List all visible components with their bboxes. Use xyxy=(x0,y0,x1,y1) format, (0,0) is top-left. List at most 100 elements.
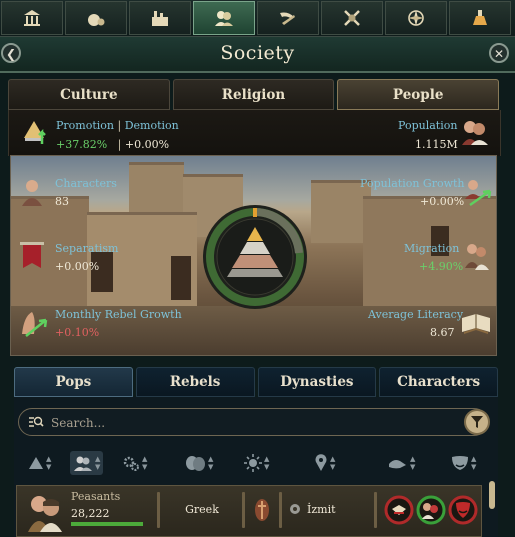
nav-map-button[interactable] xyxy=(385,1,447,35)
compass-icon xyxy=(408,10,424,26)
search-icon xyxy=(29,416,44,427)
sort-rank-button[interactable]: ▲ ▼ xyxy=(28,451,51,475)
nav-military-button[interactable] xyxy=(321,1,383,35)
search-input[interactable] xyxy=(49,413,433,433)
pop-count: 28,222 xyxy=(71,507,110,520)
tab-people[interactable]: People xyxy=(337,79,500,110)
tab-rebels[interactable]: Rebels xyxy=(135,367,255,397)
military-icon xyxy=(344,10,360,26)
page-title: Society xyxy=(220,42,295,64)
divider xyxy=(279,492,282,528)
separatism-value: +0.00% xyxy=(55,260,100,273)
sort-job-button[interactable]: ▲ ▼ xyxy=(122,451,147,475)
sort-arrows: ▲ ▼ xyxy=(142,455,148,471)
characters-label: Characters xyxy=(55,177,117,190)
close-icon: ✕ xyxy=(493,47,505,61)
rebel-growth-value: +0.10% xyxy=(55,326,100,339)
tab-characters[interactable]: Characters xyxy=(379,367,498,397)
tab-pops[interactable]: Pops xyxy=(14,367,133,397)
sort-arrows: ▲ ▼ xyxy=(95,455,101,471)
loyalty-indicator-icon[interactable] xyxy=(448,495,478,525)
divider xyxy=(242,492,245,528)
pop-progress-bar xyxy=(71,522,143,526)
population-icon xyxy=(462,121,488,145)
tab-culture[interactable]: Culture xyxy=(8,79,170,110)
government-icon xyxy=(24,10,40,26)
economy-icon xyxy=(88,14,105,26)
migration-indicator-icon[interactable] xyxy=(416,495,446,525)
diplomacy-icon xyxy=(280,12,295,25)
alchemy-icon xyxy=(473,10,487,25)
divider xyxy=(157,492,160,528)
nav-society-button[interactable] xyxy=(193,1,255,35)
population-label: Population xyxy=(398,119,458,132)
sort-religion-button[interactable]: ▲ ▼ xyxy=(244,451,269,475)
filter-button[interactable] xyxy=(464,409,490,435)
pop-type: Peasants xyxy=(71,490,121,503)
sort-bar: ▲ ▼ ▲ ▼ ▲ ▼ ▲ ▼ ▲ ▼ ▲ ▼ ▲ ▼ ▲ ▼ xyxy=(14,448,498,478)
divider xyxy=(374,492,377,528)
people-icon xyxy=(74,456,92,471)
literacy-label: Average Literacy xyxy=(368,308,464,321)
population-growth-icon xyxy=(465,180,492,207)
book-icon xyxy=(462,314,490,334)
location-icon xyxy=(290,504,300,514)
table-row[interactable]: Peasants 28,222 Greek İzmit xyxy=(16,485,482,537)
society-pyramid-gauge xyxy=(203,205,307,309)
sort-arrows: ▲ ▼ xyxy=(264,455,270,471)
tab-dynasties[interactable]: Dynasties xyxy=(257,367,377,397)
population-growth-value: +0.00% xyxy=(420,195,465,208)
characters-value: 83 xyxy=(55,195,69,208)
separatism-label: Separatism xyxy=(55,242,119,255)
separatism-banner-icon xyxy=(20,242,44,268)
nav-government-button[interactable] xyxy=(1,1,63,35)
migration-value: +4.90% xyxy=(419,260,464,273)
promotion-pyramid-icon xyxy=(24,121,46,144)
sort-culture-button[interactable]: ▲ ▼ xyxy=(184,451,213,475)
pop-culture: Greek xyxy=(185,503,219,516)
tab-religion[interactable]: Religion xyxy=(172,79,335,110)
people-subtabs: Pops Rebels Dynasties Characters xyxy=(14,367,498,397)
pop-progress-fill xyxy=(71,522,143,526)
nav-alchemy-button[interactable] xyxy=(449,1,511,35)
nav-economy-button[interactable] xyxy=(65,1,127,35)
characters-icon xyxy=(22,180,42,206)
sort-happiness-button[interactable]: ▲ ▼ xyxy=(388,451,415,475)
migration-icon xyxy=(465,244,489,270)
population-value: 1.115M xyxy=(415,138,458,151)
funnel-icon xyxy=(471,416,483,428)
rebel-growth-icon xyxy=(22,312,48,337)
location-icon xyxy=(315,454,327,471)
pop-location: İzmit xyxy=(307,503,336,516)
sort-location-button[interactable]: ▲ ▼ xyxy=(314,451,335,475)
sun-icon xyxy=(244,454,262,472)
literacy-value: 8.67 xyxy=(430,326,455,339)
nav-production-button[interactable] xyxy=(129,1,191,35)
sort-arrows: ▲ ▼ xyxy=(208,455,214,471)
migration-label: Migration xyxy=(404,242,460,255)
close-button[interactable]: ✕ xyxy=(489,43,509,63)
population-growth-label: Population Growth xyxy=(360,177,465,190)
rebel-growth-label: Monthly Rebel Growth xyxy=(55,308,182,321)
production-icon xyxy=(152,11,168,26)
sort-loyalty-button[interactable]: ▲ ▼ xyxy=(451,451,476,475)
pyramid-icon xyxy=(29,457,43,469)
sort-arrows: ▲ ▼ xyxy=(471,455,477,471)
religion-icon xyxy=(255,499,269,521)
top-navigation xyxy=(0,0,515,37)
gears-icon xyxy=(123,456,139,471)
promotion-label: Promotion | Demotion xyxy=(56,119,179,132)
sort-type-button[interactable]: ▲ ▼ xyxy=(70,451,104,475)
scrollbar-thumb[interactable] xyxy=(489,481,495,509)
sort-arrows: ▲ ▼ xyxy=(330,455,336,471)
society-icon xyxy=(215,11,233,26)
mask-icon xyxy=(452,456,468,470)
nav-diplomacy-button[interactable] xyxy=(257,1,319,35)
happiness-indicator-icon[interactable] xyxy=(384,495,414,525)
peasants-portrait-icon xyxy=(28,496,62,532)
sort-arrows: ▲ ▼ xyxy=(410,455,416,471)
masks-icon xyxy=(186,456,205,471)
hands-icon xyxy=(389,460,406,469)
search-bar xyxy=(18,408,488,436)
society-tabs: Culture Religion People xyxy=(8,79,500,110)
